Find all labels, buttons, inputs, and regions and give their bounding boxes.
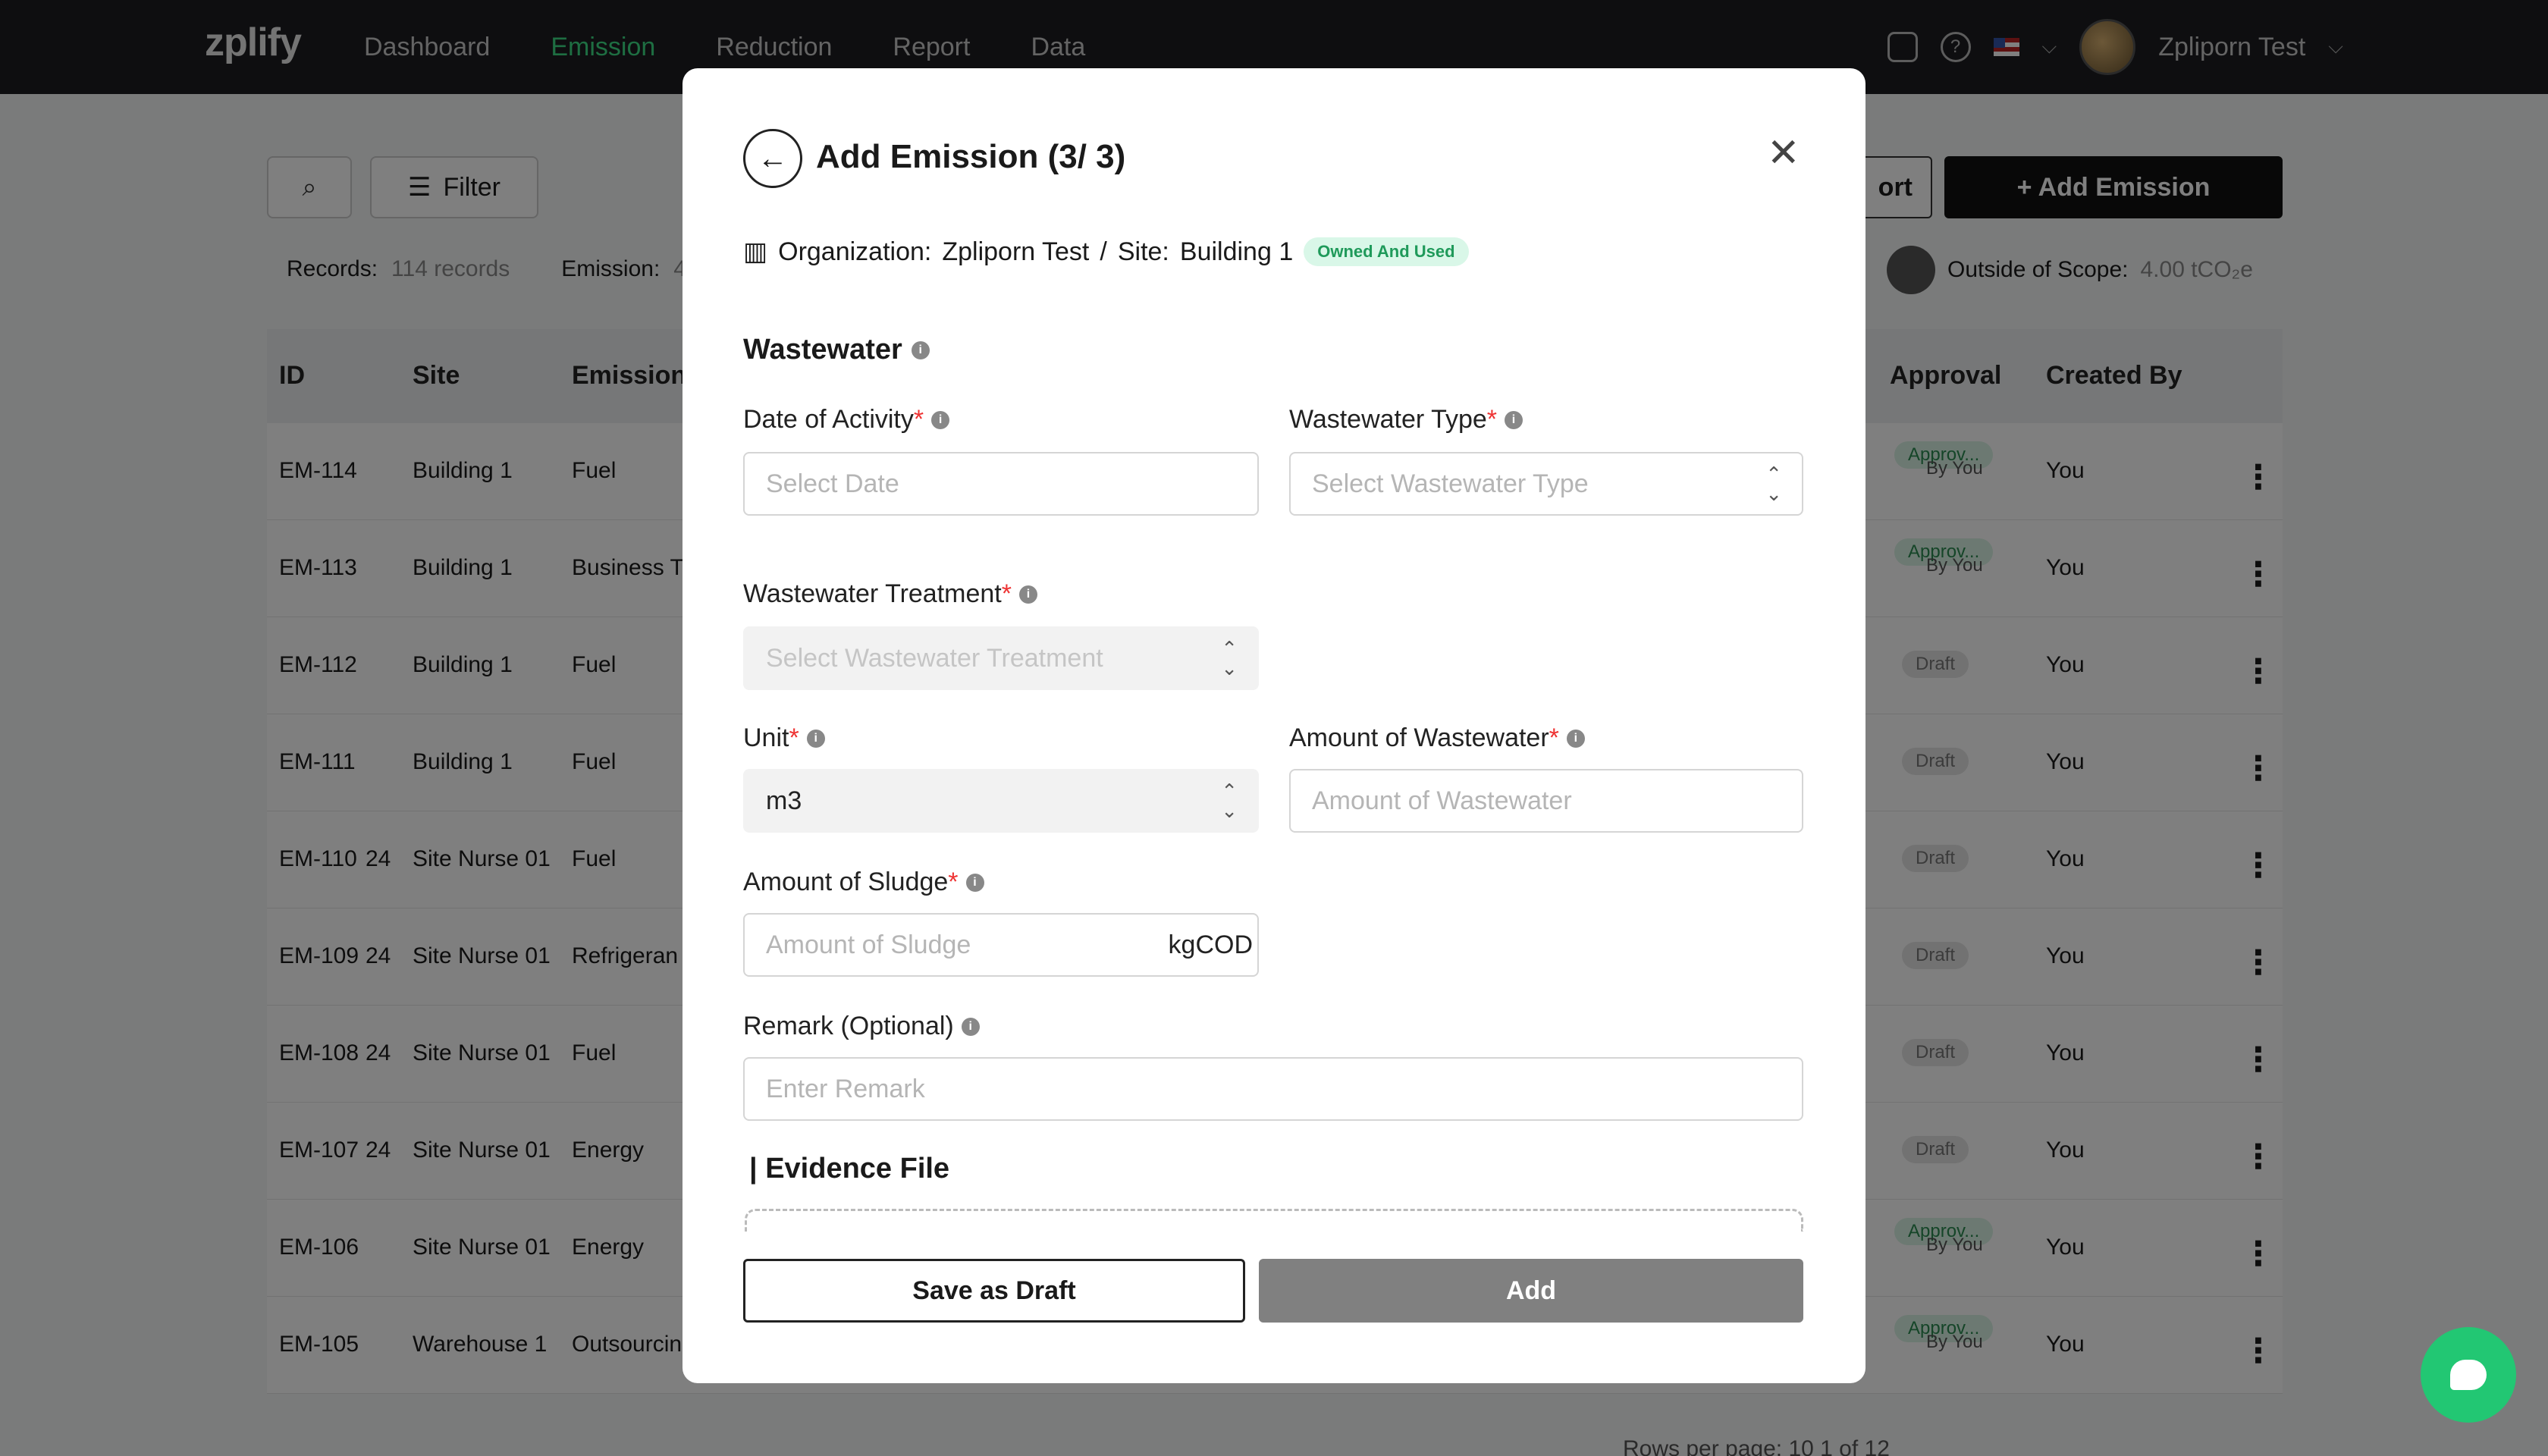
- back-arrow-icon: ←: [758, 141, 788, 175]
- add-emission-modal: ← Add Emission (3/ 3) ✕ ▥ Organization: …: [682, 68, 1866, 1383]
- info-icon[interactable]: i: [931, 410, 950, 429]
- required-mark: *: [913, 405, 924, 434]
- close-icon[interactable]: ✕: [1767, 133, 1800, 173]
- type-label-text: Wastewater Type: [1289, 405, 1487, 434]
- amount-placeholder: Amount of Wastewater: [1312, 786, 1572, 815]
- info-icon[interactable]: i: [806, 729, 825, 748]
- remark-label: Remark (Optional) i: [743, 1012, 980, 1041]
- info-icon[interactable]: i: [911, 340, 930, 359]
- site-value: Building 1: [1179, 237, 1294, 266]
- section-title: Wastewater i: [743, 334, 930, 366]
- sludge-label-text: Amount of Sludge: [743, 868, 949, 896]
- section-title-text: Wastewater: [743, 334, 902, 366]
- date-label-text: Date of Activity: [743, 405, 914, 434]
- unit-label-text: Unit: [743, 723, 789, 752]
- status-badge: Owned And Used: [1304, 237, 1469, 266]
- required-mark: *: [1549, 723, 1559, 752]
- wastewater-type-select[interactable]: Select Wastewater Type ⌃ ⌄: [1289, 452, 1803, 516]
- chat-icon: [2450, 1360, 2487, 1390]
- evidence-title: | Evidence File: [749, 1153, 950, 1185]
- info-icon[interactable]: i: [965, 873, 984, 892]
- sludge-label: Amount of Sludge * i: [743, 868, 984, 897]
- updown-chevron-icon: ⌃ ⌄: [1221, 637, 1238, 679]
- remark-input[interactable]: Enter Remark: [743, 1057, 1803, 1121]
- type-placeholder: Select Wastewater Type: [1312, 469, 1589, 498]
- date-label: Date of Activity * i: [743, 405, 950, 435]
- treatment-label: Wastewater Treatment * i: [743, 579, 1037, 609]
- site-label: Site:: [1117, 237, 1169, 266]
- required-mark: *: [1486, 405, 1498, 434]
- info-icon[interactable]: i: [961, 1017, 980, 1036]
- amount-label: Amount of Wastewater * i: [1289, 723, 1585, 753]
- unit-value: m3: [766, 786, 802, 815]
- amount-label-text: Amount of Wastewater: [1289, 723, 1549, 752]
- org-label: Organization:: [778, 237, 932, 266]
- org-breadcrumb: ▥ Organization: Zpliporn Test / Site: Bu…: [743, 237, 1469, 267]
- building-icon: ▥: [743, 237, 768, 266]
- sludge-unit-suffix: kgCOD: [1168, 930, 1253, 959]
- required-mark: *: [1001, 579, 1012, 608]
- unit-label: Unit * i: [743, 723, 825, 753]
- amount-input[interactable]: Amount of Wastewater: [1289, 769, 1803, 833]
- required-mark: *: [948, 868, 959, 896]
- info-icon[interactable]: i: [1505, 410, 1523, 429]
- required-mark: *: [789, 723, 799, 752]
- add-button[interactable]: Add: [1259, 1259, 1803, 1323]
- save-draft-button[interactable]: Save as Draft: [743, 1259, 1245, 1323]
- evidence-dropzone[interactable]: [745, 1209, 1803, 1232]
- sludge-input[interactable]: Amount of Sludge kgCOD: [743, 913, 1259, 977]
- modal-title: Add Emission (3/ 3): [816, 138, 1126, 175]
- treatment-label-text: Wastewater Treatment: [743, 579, 1002, 608]
- sludge-placeholder: Amount of Sludge: [766, 930, 971, 959]
- date-placeholder: Select Date: [766, 469, 899, 498]
- date-input[interactable]: Select Date: [743, 452, 1259, 516]
- treatment-placeholder: Select Wastewater Treatment: [766, 643, 1103, 673]
- org-value: Zpliporn Test: [942, 237, 1090, 266]
- info-icon[interactable]: i: [1018, 585, 1037, 604]
- back-button[interactable]: ←: [743, 129, 802, 188]
- updown-chevron-icon: ⌃ ⌄: [1221, 780, 1238, 822]
- remark-placeholder: Enter Remark: [766, 1074, 925, 1103]
- treatment-select[interactable]: Select Wastewater Treatment ⌃ ⌄: [743, 626, 1259, 690]
- remark-label-text: Remark (Optional): [743, 1012, 954, 1040]
- breadcrumb-separator: /: [1100, 237, 1107, 266]
- updown-chevron-icon: ⌃ ⌄: [1765, 463, 1782, 505]
- unit-select[interactable]: m3 ⌃ ⌄: [743, 769, 1259, 833]
- chat-button[interactable]: [2421, 1327, 2516, 1423]
- wastewater-type-label: Wastewater Type * i: [1289, 405, 1523, 435]
- info-icon[interactable]: i: [1566, 729, 1585, 748]
